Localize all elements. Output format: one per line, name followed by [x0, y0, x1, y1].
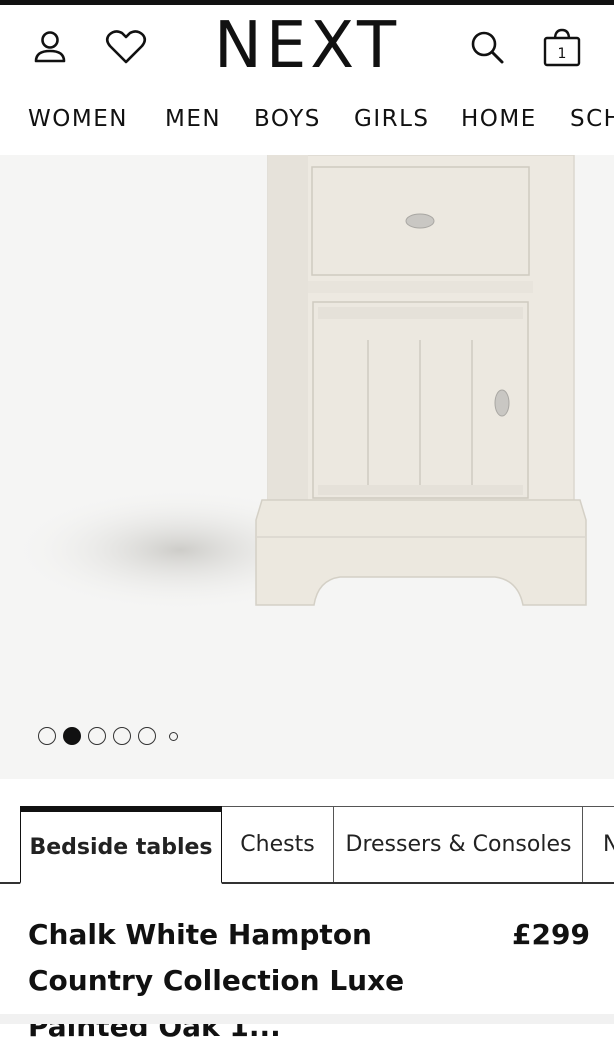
tab-label: Bedside tables — [29, 834, 213, 860]
nav-item-women[interactable]: WOMEN — [28, 97, 128, 141]
search-icon[interactable] — [465, 25, 509, 69]
tab-label: Dressers & Consoles — [345, 832, 572, 857]
basket-count: 1 — [558, 46, 567, 62]
tab-label: Chests — [240, 832, 315, 857]
account-icon[interactable] — [28, 25, 72, 69]
next-section-peek — [0, 1014, 614, 1024]
carousel-dot-active[interactable] — [63, 727, 81, 745]
carousel-dot-more[interactable] — [169, 731, 178, 741]
carousel-dot[interactable] — [88, 727, 106, 745]
carousel-dots — [38, 724, 178, 748]
product-price: £299 — [512, 918, 590, 951]
carousel-dot[interactable] — [113, 727, 131, 745]
tab-next-partial[interactable]: N — [582, 806, 614, 882]
basket-icon[interactable]: 1 — [540, 25, 584, 69]
product-image-carousel[interactable] — [0, 155, 614, 779]
tab-dressers-consoles[interactable]: Dressers & Consoles — [333, 806, 584, 882]
nav-item-girls[interactable]: GIRLS — [354, 97, 430, 141]
nav-item-boys[interactable]: BOYS — [254, 97, 321, 141]
product-title[interactable]: Chalk White Hampton Country Collection L… — [28, 912, 498, 1050]
nav-item-home[interactable]: HOME — [461, 97, 537, 141]
carousel-dot[interactable] — [138, 727, 156, 745]
tab-label: N — [603, 832, 614, 857]
bedside-table-image — [10, 155, 587, 612]
heart-icon[interactable] — [104, 25, 148, 69]
nav-item-men[interactable]: MEN — [165, 97, 221, 141]
tab-chests[interactable]: Chests — [220, 806, 335, 882]
main-nav: WOMEN MEN BOYS GIRLS HOME SCH — [0, 97, 614, 141]
next-logo[interactable]: NEXT — [196, 11, 418, 81]
nav-item-school[interactable]: SCH — [570, 97, 614, 141]
site-header: NEXT 1 WOMEN MEN BOYS GIRLS HOME SCH — [0, 5, 614, 155]
tab-bedside-tables[interactable]: Bedside tables — [20, 806, 222, 884]
carousel-dot[interactable] — [38, 727, 56, 745]
category-tabs: Bedside tables Chests Dressers & Console… — [0, 806, 614, 884]
